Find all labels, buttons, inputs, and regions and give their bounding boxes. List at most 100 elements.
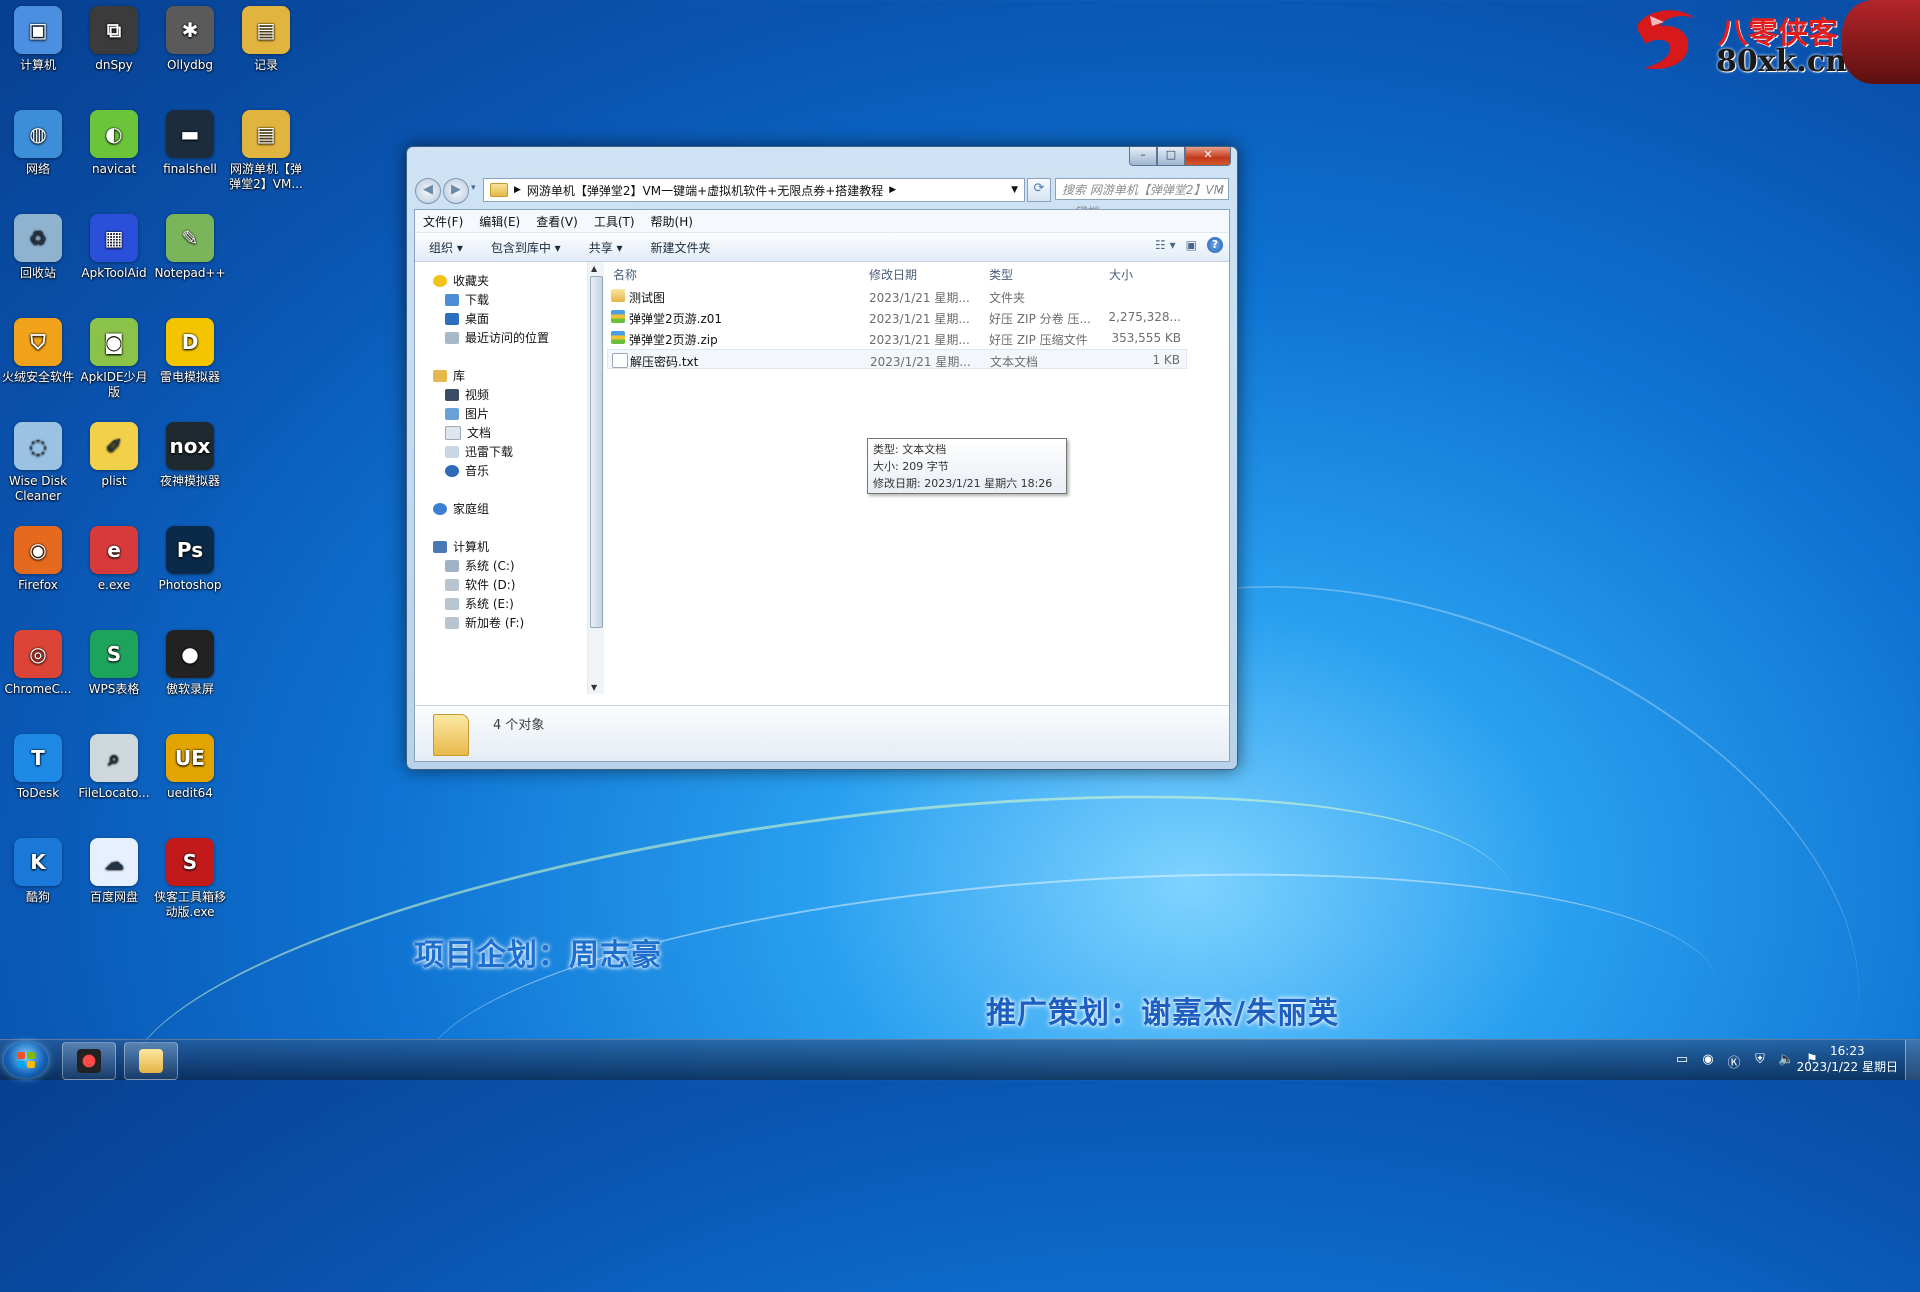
close-button[interactable]: ✕ bbox=[1185, 147, 1231, 166]
file-row[interactable]: 弹弹堂2页游.zip 2023/1/21 星期... 好压 ZIP 压缩文件 353,… bbox=[607, 328, 1187, 348]
menu-edit[interactable]: 编辑(E) bbox=[471, 213, 528, 230]
nav-recent-places[interactable]: 最近访问的位置 bbox=[445, 329, 549, 346]
nav-libraries[interactable]: 库 bbox=[433, 367, 465, 384]
file-row[interactable]: 解压密码.txt 2023/1/21 星期... 文本文档 1 KB bbox=[607, 349, 1187, 369]
desktop-icon[interactable]: UE uedit64 bbox=[153, 734, 227, 801]
help-icon[interactable]: ? bbox=[1207, 237, 1223, 253]
desktop-icon[interactable]: ▣ 计算机 bbox=[1, 6, 75, 73]
desktop-icon[interactable]: Ps Photoshop bbox=[153, 526, 227, 593]
desktop-icon[interactable]: nox 夜神模拟器 bbox=[153, 422, 227, 489]
organize-button[interactable]: 组织 ▾ bbox=[415, 239, 477, 256]
desktop-icon[interactable]: ● 傲软录屏 bbox=[153, 630, 227, 697]
recent-pages-dropdown-icon[interactable]: ▾ bbox=[471, 183, 476, 193]
menu-tools[interactable]: 工具(T) bbox=[586, 213, 643, 230]
desktop-icon[interactable]: ◉ Firefox bbox=[1, 526, 75, 593]
nav-favorites[interactable]: 收藏夹 bbox=[433, 272, 489, 289]
desktop-icon[interactable]: ◍ 网络 bbox=[1, 110, 75, 177]
nav-videos[interactable]: 视频 bbox=[445, 386, 489, 403]
nav-desktop[interactable]: 桌面 bbox=[445, 310, 489, 327]
desktop-icon[interactable]: e e.exe bbox=[77, 526, 151, 593]
start-button[interactable] bbox=[4, 1042, 48, 1078]
nav-music[interactable]: 音乐 bbox=[445, 462, 489, 479]
desktop-icon[interactable]: S 侠客工具箱移动版.exe bbox=[153, 838, 227, 920]
navigation-scrollbar[interactable]: ▲ ▼ bbox=[587, 262, 604, 694]
column-type[interactable]: 类型 bbox=[989, 266, 1013, 283]
desktop-icon[interactable]: ▤ 记录 bbox=[229, 6, 303, 73]
desktop-icon[interactable]: ☁ 百度网盘 bbox=[77, 838, 151, 905]
desktop-icon[interactable]: ▬ finalshell bbox=[153, 110, 227, 177]
menu-help[interactable]: 帮助(H) bbox=[643, 213, 701, 230]
column-name[interactable]: 名称 bbox=[613, 266, 637, 283]
file-row[interactable]: 测试图 2023/1/21 星期... 文件夹 bbox=[607, 286, 1187, 306]
nav-drive-e[interactable]: 系统 (E:) bbox=[445, 595, 514, 612]
security-tray-icon[interactable]: ⛨ bbox=[1752, 1052, 1768, 1071]
desktop-icon[interactable]: K 酷狗 bbox=[1, 838, 75, 905]
volume-icon[interactable]: 🔈 bbox=[1778, 1052, 1794, 1071]
column-date[interactable]: 修改日期 bbox=[869, 266, 917, 283]
nav-drive-c[interactable]: 系统 (C:) bbox=[445, 557, 515, 574]
menu-file[interactable]: 文件(F) bbox=[415, 213, 471, 230]
breadcrumb-current[interactable]: 网游单机【弹弹堂2】VM一键端+虚拟机软件+无限点券+搭建教程 bbox=[527, 182, 883, 199]
nav-thunder-downloads[interactable]: 迅雷下载 bbox=[445, 443, 513, 460]
taskbar-screen-recorder[interactable] bbox=[62, 1042, 116, 1080]
breadcrumb-chevron-icon[interactable]: ▶ bbox=[889, 185, 896, 195]
keyboard-icon[interactable]: ▭ bbox=[1674, 1052, 1690, 1071]
file-date: 2023/1/21 星期... bbox=[869, 312, 970, 326]
address-dropdown-icon[interactable]: ▼ bbox=[1011, 185, 1018, 195]
nav-homegroup[interactable]: 家庭组 bbox=[433, 500, 489, 517]
e-exe-icon: e bbox=[90, 526, 138, 574]
scroll-down-icon[interactable]: ▼ bbox=[591, 683, 597, 692]
desktop-icon[interactable]: ⛉ 火绒安全软件 bbox=[1, 318, 75, 385]
desktop-icon[interactable]: S WPS表格 bbox=[77, 630, 151, 697]
search-icon[interactable]: ⌕ bbox=[1217, 179, 1224, 201]
watermark-logo: 八零侠客 80xk.cn bbox=[1620, 0, 1920, 84]
desktop-icon[interactable]: ✎ Notepad++ bbox=[153, 214, 227, 281]
column-size[interactable]: 大小 bbox=[1109, 266, 1133, 283]
breadcrumb-chevron-icon[interactable]: ▶ bbox=[514, 185, 521, 195]
desktop-icon[interactable]: ⧉ dnSpy bbox=[77, 6, 151, 73]
file-type: 文本文档 bbox=[990, 355, 1039, 369]
refresh-button[interactable]: ⟳ bbox=[1027, 178, 1051, 202]
nav-computer[interactable]: 计算机 bbox=[433, 538, 489, 555]
desktop-icon[interactable]: ◌ Wise Disk Cleaner bbox=[1, 422, 75, 504]
kugou-tray-icon[interactable]: Ⓚ bbox=[1726, 1052, 1742, 1071]
nav-drive-d[interactable]: 软件 (D:) bbox=[445, 576, 515, 593]
maximize-button[interactable]: □ bbox=[1157, 147, 1185, 166]
forward-button[interactable]: ▶ bbox=[443, 178, 469, 204]
taskbar-clock[interactable]: 16:23 2023/1/22 星期日 bbox=[1797, 1043, 1898, 1075]
desktop-icon[interactable]: ◙ ApkIDE少月版 bbox=[77, 318, 151, 400]
include-in-library-button[interactable]: 包含到库中 ▾ bbox=[477, 239, 575, 256]
nav-downloads[interactable]: 下载 bbox=[445, 291, 489, 308]
desktop-icon[interactable]: D 雷电模拟器 bbox=[153, 318, 227, 385]
desktop-icon[interactable]: ◎ ChromeC... bbox=[1, 630, 75, 697]
desktop-icon[interactable]: ♻ 回收站 bbox=[1, 214, 75, 281]
desktop-icon[interactable]: ✐ plist bbox=[77, 422, 151, 489]
desktop-icon[interactable]: ▦ ApkToolAid bbox=[77, 214, 151, 281]
nav-documents[interactable]: 文档 bbox=[445, 424, 491, 441]
network-tray-icon[interactable]: ◉ bbox=[1700, 1052, 1716, 1071]
show-desktop-button[interactable] bbox=[1905, 1040, 1920, 1080]
nav-pictures[interactable]: 图片 bbox=[445, 405, 489, 422]
menu-view[interactable]: 查看(V) bbox=[528, 213, 586, 230]
desktop-icon[interactable]: T ToDesk bbox=[1, 734, 75, 801]
minimize-button[interactable]: – bbox=[1129, 147, 1157, 166]
nav-drive-f[interactable]: 新加卷 (F:) bbox=[445, 614, 524, 631]
desktop-folder-icon bbox=[445, 312, 459, 325]
back-button[interactable]: ◀ bbox=[415, 178, 441, 204]
file-row[interactable]: 弹弹堂2页游.z01 2023/1/21 星期... 好压 ZIP 分卷 压... 2… bbox=[607, 307, 1187, 327]
file-date: 2023/1/21 星期... bbox=[869, 291, 970, 305]
desktop-icon[interactable]: ◐ navicat bbox=[77, 110, 151, 177]
desktop-icon[interactable]: ⌕ FileLocato... bbox=[77, 734, 151, 801]
taskbar-explorer[interactable] bbox=[124, 1042, 178, 1080]
scrollbar-thumb[interactable] bbox=[590, 276, 603, 628]
preview-pane-icon[interactable]: ▣ bbox=[1186, 238, 1197, 252]
desktop-icon[interactable]: ▤ 网游单机【弹弹堂2】VM... bbox=[229, 110, 303, 192]
address-bar[interactable]: ▶ 网游单机【弹弹堂2】VM一键端+虚拟机软件+无限点券+搭建教程 ▶ ▼ bbox=[483, 178, 1025, 202]
search-input[interactable]: 搜索 网游单机【弹弹堂2】VM一键端... ⌕ bbox=[1055, 178, 1229, 219]
new-folder-button[interactable]: 新建文件夹 bbox=[637, 239, 725, 256]
share-button[interactable]: 共享 ▾ bbox=[575, 239, 637, 256]
view-options-icon[interactable]: ☷ ▾ bbox=[1155, 238, 1176, 252]
desktop-icon[interactable]: ✱ Ollydbg bbox=[153, 6, 227, 73]
desktop-icon-label: 侠客工具箱移动版.exe bbox=[153, 890, 226, 919]
scroll-up-icon[interactable]: ▲ bbox=[591, 264, 597, 273]
